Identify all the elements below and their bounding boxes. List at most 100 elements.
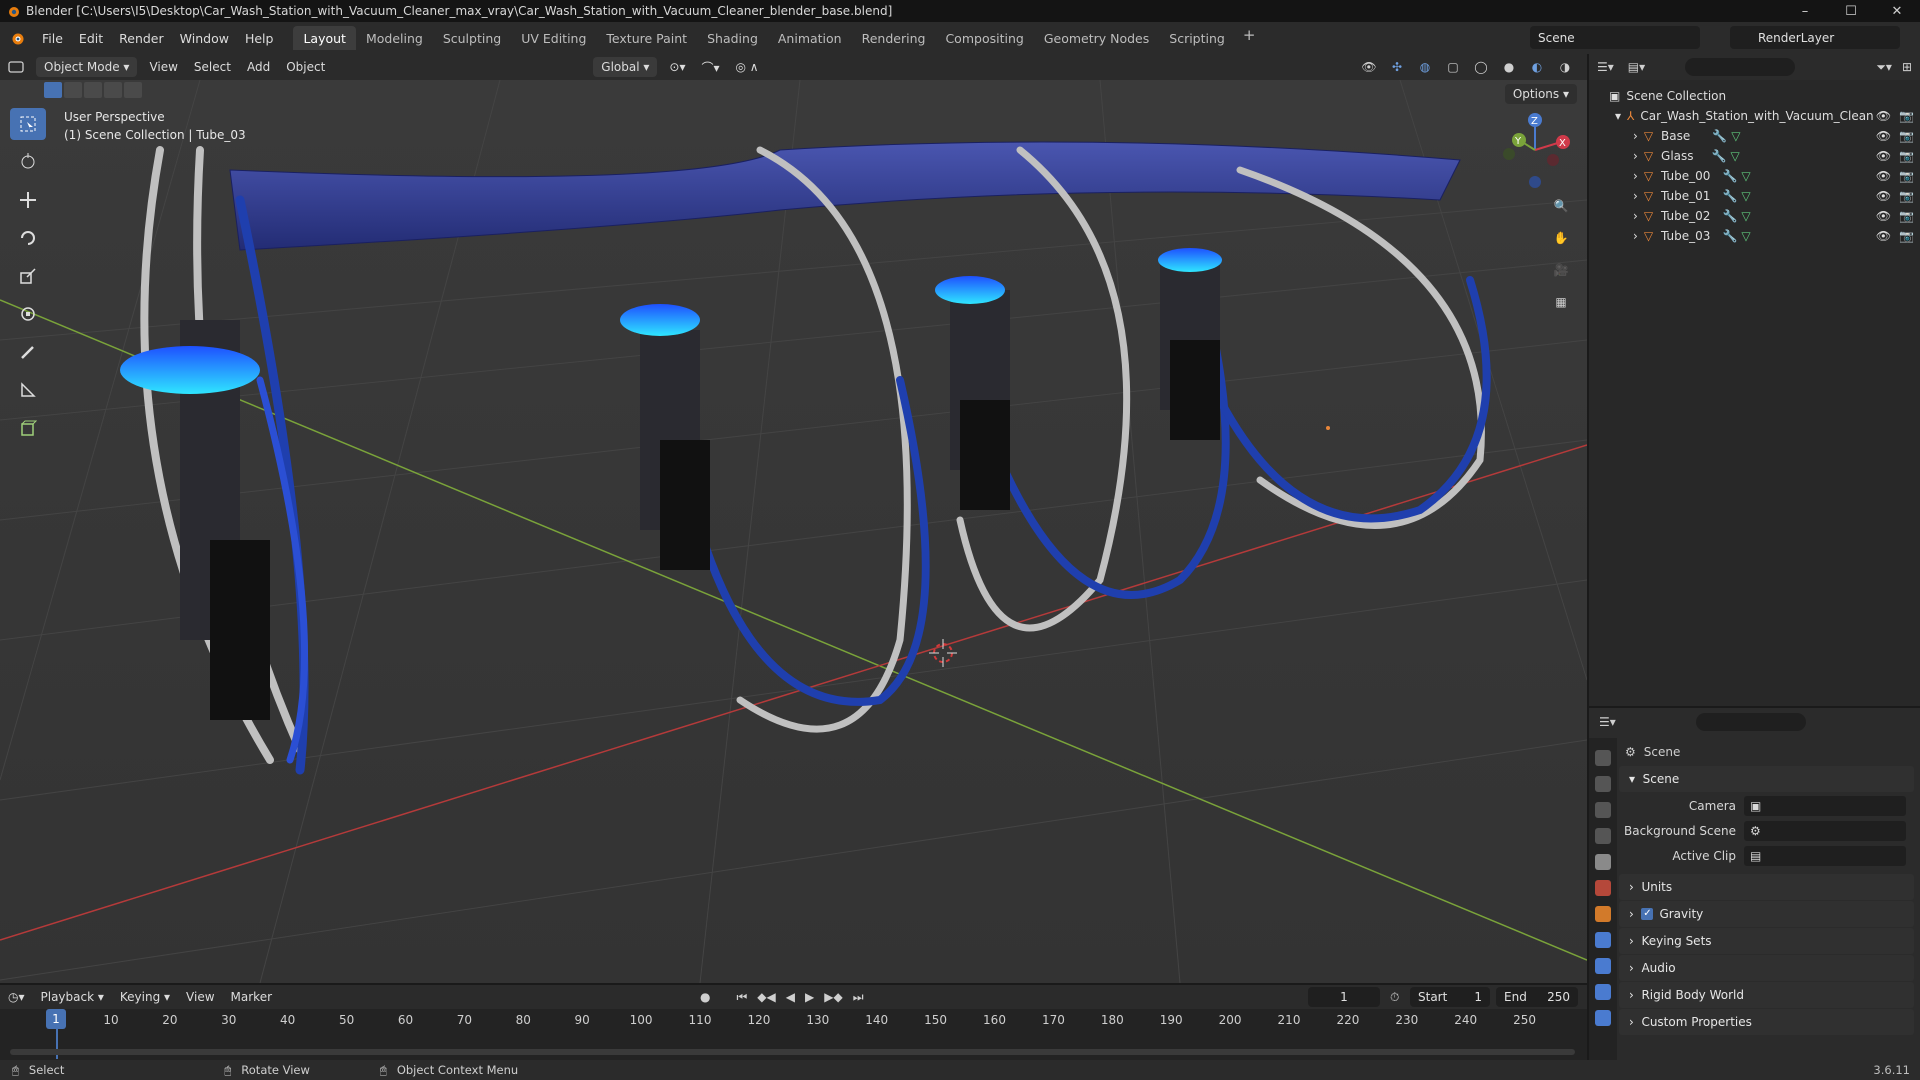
- timeline-scrollbar[interactable]: [10, 1049, 1575, 1055]
- menu-window[interactable]: Window: [172, 31, 237, 46]
- render-camera-icon[interactable]: 📷: [1899, 129, 1914, 143]
- mesh-data-icon[interactable]: ▽: [1731, 129, 1740, 143]
- menu-timeline-view[interactable]: View: [178, 987, 222, 1007]
- tab-texture-paint[interactable]: Texture Paint: [596, 26, 697, 50]
- gizmo-toggle-icon[interactable]: ✣: [1387, 57, 1407, 77]
- prev-keyframe-icon[interactable]: ◆◀: [757, 990, 775, 1004]
- jump-end-icon[interactable]: ⏭: [853, 990, 864, 1005]
- modifier-wrench-icon[interactable]: 🔧: [1722, 209, 1737, 223]
- zoom-icon[interactable]: 🔍: [1547, 192, 1575, 220]
- render-camera-icon[interactable]: 📷: [1899, 109, 1914, 123]
- minimize-button[interactable]: –: [1782, 0, 1828, 22]
- menu-add[interactable]: Add: [239, 57, 278, 77]
- outliner-row-tube-02[interactable]: › ▽ Tube_02 🔧 ▽ 👁 📷: [1589, 206, 1920, 226]
- pivot-dropdown[interactable]: ⊙▾: [661, 57, 693, 77]
- select-new-mode[interactable]: [44, 82, 62, 98]
- render-tab-icon[interactable]: [1595, 776, 1611, 792]
- end-frame-field[interactable]: End 250: [1496, 987, 1578, 1007]
- outliner-search-input[interactable]: [1685, 58, 1796, 76]
- modifier-wrench-icon[interactable]: 🔧: [1712, 149, 1727, 163]
- scene-panel-header[interactable]: ▾ Scene: [1619, 766, 1914, 792]
- visibility-eye-icon[interactable]: 👁: [1876, 109, 1891, 123]
- visibility-eye-icon[interactable]: 👁: [1876, 189, 1891, 203]
- add-workspace-button[interactable]: +: [1235, 26, 1264, 50]
- editor-type-button[interactable]: [0, 57, 32, 77]
- object-tab-icon[interactable]: [1595, 906, 1611, 922]
- scale-tool[interactable]: [10, 260, 46, 292]
- visibility-eye-icon[interactable]: 👁: [1876, 229, 1891, 243]
- render-camera-icon[interactable]: 📷: [1899, 229, 1914, 243]
- tab-scripting[interactable]: Scripting: [1159, 26, 1235, 50]
- mesh-data-icon[interactable]: ▽: [1741, 169, 1750, 183]
- start-frame-field[interactable]: Start 1: [1410, 987, 1490, 1007]
- select-subtract-mode[interactable]: [84, 82, 102, 98]
- expand-arrow-icon[interactable]: ▾: [1615, 109, 1621, 123]
- pan-hand-icon[interactable]: ✋: [1547, 224, 1575, 252]
- maximize-button[interactable]: ☐: [1828, 0, 1874, 22]
- camera-view-icon[interactable]: 🎥: [1547, 256, 1575, 284]
- jump-start-icon[interactable]: ⏮: [736, 990, 747, 1005]
- tab-animation[interactable]: Animation: [768, 26, 852, 50]
- properties-type-icon[interactable]: ☰▾: [1599, 715, 1616, 729]
- annotate-tool[interactable]: [10, 336, 46, 368]
- proportional-edit-toggle[interactable]: ◎ ∧: [728, 57, 767, 77]
- select-box-tool[interactable]: [10, 108, 46, 140]
- render-camera-icon[interactable]: 📷: [1899, 189, 1914, 203]
- mesh-data-icon[interactable]: ▽: [1741, 209, 1750, 223]
- render-camera-icon[interactable]: 📷: [1899, 209, 1914, 223]
- menu-help[interactable]: Help: [237, 31, 282, 46]
- tab-geometry-nodes[interactable]: Geometry Nodes: [1034, 26, 1159, 50]
- menu-playback[interactable]: Playback ▾: [33, 987, 112, 1007]
- play-icon[interactable]: ▶: [805, 990, 814, 1004]
- output-tab-icon[interactable]: [1595, 802, 1611, 818]
- timeline-editor-type[interactable]: ◷▾: [0, 987, 33, 1007]
- solid-shading-icon[interactable]: ●: [1499, 57, 1519, 77]
- gravity-checkbox[interactable]: ✓: [1641, 908, 1654, 920]
- menu-edit[interactable]: Edit: [71, 31, 111, 46]
- tab-compositing[interactable]: Compositing: [935, 26, 1033, 50]
- navigation-gizmo[interactable]: Z X Y: [1495, 110, 1585, 190]
- expand-arrow-icon[interactable]: ›: [1633, 209, 1638, 223]
- modifier-tab-icon[interactable]: [1595, 932, 1611, 948]
- render-camera-icon[interactable]: 📷: [1899, 149, 1914, 163]
- rigid-body-world-panel-header[interactable]: › Rigid Body World: [1619, 982, 1914, 1008]
- menu-object[interactable]: Object: [278, 57, 333, 77]
- xray-toggle-icon[interactable]: ▢: [1443, 57, 1463, 77]
- visibility-eye-icon[interactable]: 👁: [1876, 169, 1891, 183]
- expand-arrow-icon[interactable]: ›: [1633, 129, 1638, 143]
- scene-tab-icon[interactable]: [1595, 854, 1611, 870]
- render-camera-icon[interactable]: 📷: [1899, 169, 1914, 183]
- play-reverse-icon[interactable]: ◀: [786, 990, 795, 1004]
- active-clip-field[interactable]: ▤: [1744, 845, 1906, 866]
- select-intersect-mode[interactable]: [124, 82, 142, 98]
- outliner-row-tube-00[interactable]: › ▽ Tube_00 🔧 ▽ 👁 📷: [1589, 166, 1920, 186]
- record-icon[interactable]: ●: [700, 990, 710, 1004]
- menu-view[interactable]: View: [141, 57, 185, 77]
- menu-select[interactable]: Select: [186, 57, 239, 77]
- ortho-grid-icon[interactable]: ▦: [1547, 288, 1575, 316]
- mode-dropdown[interactable]: Object Mode ▾: [36, 57, 138, 77]
- outliner-row-base[interactable]: › ▽ Base 🔧 ▽ 👁 📷: [1589, 126, 1920, 146]
- select-invert-mode[interactable]: [104, 82, 122, 98]
- material-shading-icon[interactable]: ◐: [1527, 57, 1547, 77]
- wireframe-shading-icon[interactable]: ◯: [1471, 57, 1491, 77]
- rotate-tool[interactable]: [10, 222, 46, 254]
- outliner-row-glass[interactable]: › ▽ Glass 🔧 ▽ 👁 📷: [1589, 146, 1920, 166]
- select-extend-mode[interactable]: [64, 82, 82, 98]
- units-panel-header[interactable]: › Units: [1619, 874, 1914, 900]
- options-dropdown[interactable]: Options ▾: [1504, 84, 1577, 104]
- particles-tab-icon[interactable]: [1595, 958, 1611, 974]
- rendered-shading-icon[interactable]: ◑: [1555, 57, 1575, 77]
- add-cube-tool[interactable]: [10, 412, 46, 444]
- expand-arrow-icon[interactable]: ›: [1633, 229, 1638, 243]
- visibility-eye-icon[interactable]: 👁: [1876, 209, 1891, 223]
- clock-icon[interactable]: ⏱: [1390, 990, 1399, 1005]
- measure-tool[interactable]: [10, 374, 46, 406]
- modifier-wrench-icon[interactable]: 🔧: [1712, 129, 1727, 143]
- scene-selector[interactable]: Scene: [1530, 26, 1700, 49]
- outliner-type-icon[interactable]: ☰▾: [1597, 60, 1614, 74]
- outliner-row-tube-03[interactable]: › ▽ Tube_03 🔧 ▽ 👁 📷: [1589, 226, 1920, 246]
- modifier-wrench-icon[interactable]: 🔧: [1722, 229, 1737, 243]
- visibility-eye-icon[interactable]: 👁: [1876, 129, 1891, 143]
- visibility-eye-icon[interactable]: 👁: [1876, 149, 1891, 163]
